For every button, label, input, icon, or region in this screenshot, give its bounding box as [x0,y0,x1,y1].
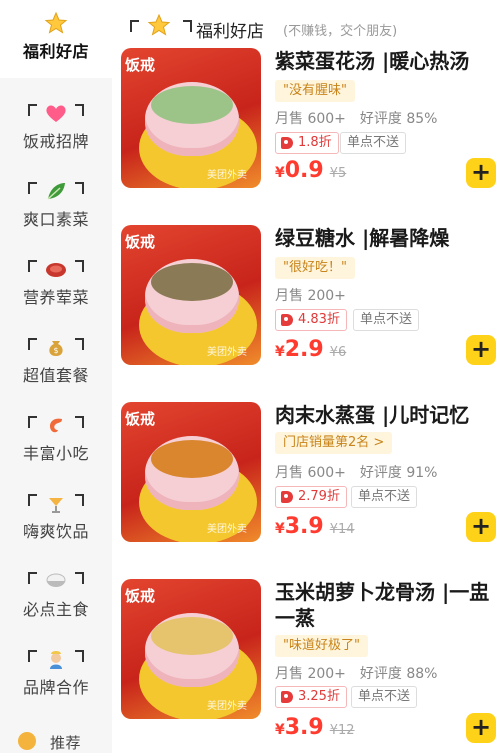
sidebar-item-label: 品牌合作 [22,678,89,697]
price: ¥2.9 ¥6 [275,337,347,362]
sidebar-item-label: 推荐 [50,734,82,752]
sidebar-item-recommend[interactable]: 推荐 [0,722,112,753]
price: ¥0.9 ¥5 [275,158,347,183]
section-title: 福利好店 [196,22,264,42]
discount-badge: 3.25折 [275,686,347,708]
soup [151,263,233,301]
product-name: 肉末水蒸蛋 |儿时记忆 [275,403,470,427]
product-card[interactable]: 饭戒 美团外卖 肉末水蒸蛋 |儿时记忆 门店销量第2名 > 月售 600+ 好评度… [121,402,500,572]
product-card[interactable]: 饭戒 美团外卖 紫菜蛋花汤 |暖心热汤 "没有腥味" 月售 600+ 好评度 85… [121,48,500,218]
rating: 好评度 91% [359,465,438,481]
money-bag-icon: $ [44,336,68,358]
meat-icon [44,258,68,280]
product-photo[interactable]: 饭戒 美团外卖 [121,402,261,542]
watermark: 美团外卖 [207,170,247,181]
photo-tag: 饭戒 [125,587,156,605]
no-single-delivery-badge: 单点不送 [353,309,420,331]
product-photo[interactable]: 饭戒 美团外卖 [121,225,261,365]
sidebar-item-label: 营养荤菜 [22,288,89,307]
category-sidebar: 福利好店 饭戒招牌 爽口素菜 营养荤菜 $ 超值套餐 丰富小吃 嗨爽饮品 必点主… [0,0,112,753]
soup [151,440,233,478]
review-chip[interactable]: "没有腥味" [275,80,355,102]
price: ¥3.9 ¥14 [275,514,355,539]
add-to-cart-button[interactable]: + [466,158,496,188]
product-stats: 月售 200+ [275,285,346,305]
no-single-delivery-badge: 单点不送 [351,686,418,708]
product-photo[interactable]: 饭戒 美团外卖 [121,48,261,188]
rice-bowl-icon [44,570,68,592]
section-header: 福利好店 (不赚钱，交个朋友) [128,12,498,42]
sidebar-item-drinks[interactable]: 嗨爽饮品 [0,480,112,558]
monthly-sales: 月售 200+ [275,288,346,304]
no-single-delivery-badge: 单点不送 [351,486,418,508]
product-stats: 月售 600+ 好评度 91% [275,462,437,482]
tag-icon [281,137,293,149]
add-to-cart-button[interactable]: + [466,512,496,542]
sidebar-item-label: 爽口素菜 [22,210,89,229]
sidebar-item-meat[interactable]: 营养荤菜 [0,246,112,324]
product-card[interactable]: 饭戒 美团外卖 绿豆糖水 |解暑降燥 "很好吃！" 月售 200+ 4.83折 … [121,225,500,395]
add-to-cart-button[interactable]: + [466,335,496,365]
product-stats: 月售 200+ 好评度 88% [275,663,437,683]
product-name: 紫菜蛋花汤 |暖心热汤 [275,49,470,73]
tag-icon [281,491,293,503]
heart-icon [44,102,68,124]
sidebar-item-label: 福利好店 [22,42,89,61]
price: ¥3.9 ¥12 [275,715,355,740]
photo-tag: 饭戒 [125,410,156,428]
original-price: ¥5 [329,166,347,181]
discount-badge: 1.8折 [275,132,339,154]
product-name: 玉米胡萝卜龙骨汤 |一盅一蒸 [275,580,490,630]
sidebar-item-brand[interactable]: 品牌合作 [0,636,112,714]
sidebar-item-label: 嗨爽饮品 [22,522,89,541]
soup [151,617,233,655]
sidebar-item-label: 丰富小吃 [22,444,89,463]
review-chip[interactable]: "很好吃！" [275,257,355,279]
sidebar-item-snacks[interactable]: 丰富小吃 [0,402,112,480]
drink-icon [44,492,68,514]
sidebar-item-signature[interactable]: 饭戒招牌 [0,90,112,168]
sidebar-item-label: 必点主食 [22,600,89,619]
photo-tag: 饭戒 [125,233,156,251]
shrimp-icon [44,414,68,436]
original-price: ¥14 [329,522,355,537]
monthly-sales: 月售 600+ [275,465,346,481]
monthly-sales: 月售 200+ [275,666,346,682]
section-subtitle: (不赚钱，交个朋友) [283,24,398,39]
photo-tag: 饭戒 [125,56,156,74]
star-icon [44,11,68,34]
discount-badge: 2.79折 [275,486,347,508]
rating: 好评度 88% [359,666,438,682]
watermark: 美团外卖 [207,701,247,712]
product-name: 绿豆糖水 |解暑降燥 [275,226,450,250]
rating: 好评度 85% [359,111,438,127]
discount-badge: 4.83折 [275,309,347,331]
sidebar-item-combo[interactable]: $ 超值套餐 [0,324,112,402]
tag-icon [281,691,293,703]
product-photo[interactable]: 饭戒 美团外卖 [121,579,261,719]
no-single-delivery-badge: 单点不送 [340,132,407,154]
recommend-icon [18,732,36,750]
add-to-cart-button[interactable]: + [466,713,496,743]
sidebar-item-welfare-shop[interactable]: 福利好店 [0,0,112,78]
monthly-sales: 月售 600+ [275,111,346,127]
greens-icon [44,180,68,202]
sidebar-item-staples[interactable]: 必点主食 [0,558,112,636]
soup [151,86,233,124]
original-price: ¥6 [329,345,347,360]
sidebar-item-label: 超值套餐 [22,366,89,385]
product-card[interactable]: 饭戒 美团外卖 玉米胡萝卜龙骨汤 |一盅一蒸 "味道好极了" 月售 200+ 好评… [121,579,500,753]
chef-icon [44,648,68,670]
svg-text:$: $ [53,346,58,355]
sidebar-item-label: 饭戒招牌 [22,132,89,151]
star-icon [147,13,171,40]
sidebar-item-vegetables[interactable]: 爽口素菜 [0,168,112,246]
original-price: ¥12 [329,723,355,738]
watermark: 美团外卖 [207,347,247,358]
review-chip[interactable]: "味道好极了" [275,635,368,657]
watermark: 美团外卖 [207,524,247,535]
product-stats: 月售 600+ 好评度 85% [275,108,437,128]
tag-icon [281,314,293,326]
store-rank-chip[interactable]: 门店销量第2名 > [275,432,393,454]
